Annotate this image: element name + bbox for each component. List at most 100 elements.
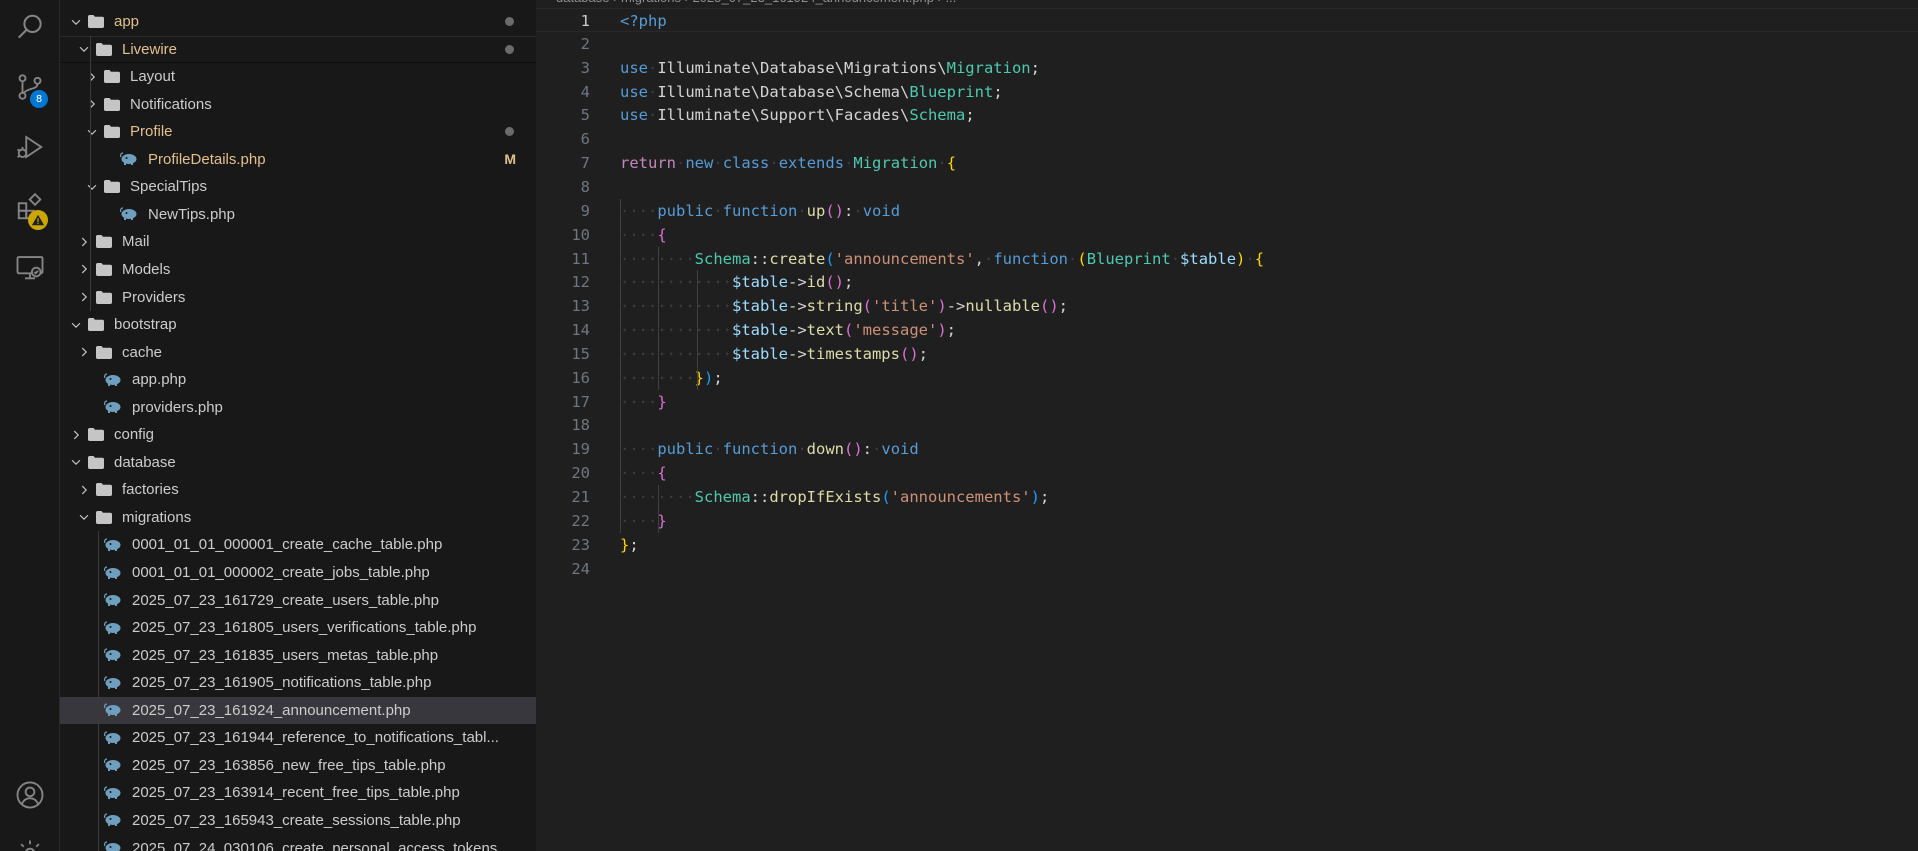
tree-folder[interactable]: Providers — [60, 284, 536, 311]
code-line[interactable]: 21 ········Schema::dropIfExists('announce… — [536, 485, 1918, 509]
tree-file[interactable]: 2025_07_23_161944_reference_to_notificat… — [60, 724, 536, 751]
code-token: Illuminate\Database\Migrations\ — [657, 58, 947, 77]
chevron-right-icon[interactable] — [84, 96, 100, 112]
remote-explorer-icon[interactable] — [0, 242, 60, 292]
code-line[interactable]: 2 — [536, 32, 1918, 56]
tree-folder[interactable]: factories — [60, 476, 536, 503]
code-token: :: — [750, 249, 770, 268]
tree-file[interactable]: 2025_07_24_030106_create_personal_access… — [60, 835, 536, 851]
code-text: ············$table->string('title')->nul… — [620, 294, 1068, 318]
breadcrumb[interactable]: database › migrations › 2025_07_23_16192… — [536, 0, 1918, 8]
code-token: ) — [704, 368, 714, 387]
code-line[interactable]: 5 use·Illuminate\Support\Facades\Schema; — [536, 103, 1918, 127]
tree-file[interactable]: 2025_07_23_161729_create_users_table.php — [60, 587, 536, 614]
indent-guide — [90, 35, 91, 312]
chevron-down-icon[interactable] — [84, 179, 100, 195]
tree-folder[interactable]: Layout — [60, 63, 536, 90]
tree-folder[interactable]: Profile — [60, 118, 536, 145]
tree-file[interactable]: 2025_07_23_161924_announcement.php — [60, 696, 536, 724]
chevron-right-icon[interactable] — [76, 344, 92, 360]
code-line[interactable]: 24 — [536, 557, 1918, 581]
code-line[interactable]: 6 — [536, 127, 1918, 151]
tree-folder[interactable]: Notifications — [60, 91, 536, 118]
code-line[interactable]: 12 ············$table->id(); — [536, 270, 1918, 294]
code-line[interactable]: 11 ········Schema::create('announcements'… — [536, 247, 1918, 271]
code-line[interactable]: 22 ····} — [536, 509, 1918, 533]
code-line[interactable]: 10 ····{ — [536, 223, 1918, 247]
code-token: create — [769, 249, 826, 268]
chevron-right-icon[interactable] — [68, 427, 84, 443]
line-number: 10 — [571, 225, 590, 244]
settings-gear-icon[interactable] — [0, 828, 60, 851]
tree-folder[interactable]: app — [60, 8, 536, 35]
code-token: function — [722, 440, 798, 459]
code-line[interactable]: 19 ····public·function·down():·void — [536, 437, 1918, 461]
tree-folder[interactable]: Livewire — [60, 35, 536, 63]
tree-folder[interactable]: migrations — [60, 504, 536, 531]
code-line[interactable]: 18 — [536, 413, 1918, 437]
chevron-down-icon[interactable] — [76, 509, 92, 525]
code-token: ; — [965, 106, 975, 125]
tree-folder[interactable]: config — [60, 421, 536, 448]
code-line[interactable]: 7 return·new·class·extends·Migration·{ — [536, 151, 1918, 175]
tree-file[interactable]: 0001_01_01_000001_create_cache_table.php — [60, 531, 536, 558]
code-token: ; — [844, 273, 854, 292]
tree-file[interactable]: 2025_07_23_165943_create_sessions_table.… — [60, 807, 536, 834]
php-file-icon — [104, 731, 122, 745]
chevron-right-icon[interactable] — [76, 482, 92, 498]
tree-file[interactable]: 2025_07_23_163914_recent_free_tips_table… — [60, 779, 536, 806]
extensions-icon[interactable] — [0, 182, 60, 232]
tree-file[interactable]: 2025_07_23_161835_users_metas_table.php — [60, 642, 536, 669]
code-line[interactable]: 15 ············$table->timestamps(); — [536, 342, 1918, 366]
code-line[interactable]: 1 <?php — [536, 8, 1918, 32]
tree-folder[interactable]: SpecialTips — [60, 173, 536, 200]
folder-icon — [104, 125, 120, 139]
php-file-icon — [120, 152, 138, 166]
folder-icon — [88, 455, 104, 469]
tree-file[interactable]: providers.php — [60, 394, 536, 421]
tree-item-label: Models — [122, 260, 171, 278]
chevron-down-icon[interactable] — [68, 454, 84, 470]
tree-item-label: Notifications — [130, 95, 212, 113]
chevron-down-icon[interactable] — [84, 124, 100, 140]
code-line[interactable]: 23}; — [536, 533, 1918, 557]
php-file-icon — [104, 758, 122, 772]
chevron-right-icon[interactable] — [84, 69, 100, 85]
code-token: · — [844, 154, 854, 173]
code-line[interactable]: 16 ········}); — [536, 366, 1918, 390]
tree-file[interactable]: 2025_07_23_161905_notifications_table.ph… — [60, 669, 536, 696]
code-token: Schema — [909, 106, 966, 125]
code-line[interactable]: 20 ····{ — [536, 461, 1918, 485]
tree-file[interactable]: NewTips.php — [60, 201, 536, 228]
tree-file[interactable]: 2025_07_23_163856_new_free_tips_table.ph… — [60, 752, 536, 779]
code-line[interactable]: 14 ············$table->text('message'); — [536, 318, 1918, 342]
tree-folder[interactable]: database — [60, 449, 536, 476]
tree-file[interactable]: app.php — [60, 366, 536, 393]
chevron-down-icon[interactable] — [68, 317, 84, 333]
code-line[interactable]: 17 ····} — [536, 390, 1918, 414]
tree-item-label: cache — [122, 343, 163, 361]
tree-file[interactable]: 0001_01_01_000002_create_jobs_table.php — [60, 559, 536, 586]
source-control-icon[interactable]: 8 — [0, 62, 60, 112]
code-line[interactable]: 8 — [536, 175, 1918, 199]
code-editor[interactable]: database › migrations › 2025_07_23_16192… — [536, 0, 1918, 851]
tree-file[interactable]: ProfileDetails.php M — [60, 146, 536, 173]
code-token: () — [899, 344, 919, 363]
chevron-down-icon[interactable] — [68, 14, 84, 30]
code-line[interactable]: 3 use·Illuminate\Database\Migrations\Migr… — [536, 56, 1918, 80]
folder-icon — [88, 15, 104, 28]
tree-folder[interactable]: Mail — [60, 228, 536, 255]
tree-folder[interactable]: Models — [60, 256, 536, 283]
modified-dot — [505, 44, 514, 54]
code-line[interactable]: 4 use·Illuminate\Database\Schema\Blueprin… — [536, 80, 1918, 104]
code-token: : — [844, 201, 854, 220]
run-debug-icon[interactable] — [0, 122, 60, 172]
tree-folder[interactable]: cache — [60, 339, 536, 366]
search-icon[interactable] — [0, 2, 60, 52]
tree-file[interactable]: 2025_07_23_161805_users_verifications_ta… — [60, 614, 536, 641]
tree-folder[interactable]: bootstrap — [60, 311, 536, 338]
code-line[interactable]: 9 ····public·function·up():·void — [536, 199, 1918, 223]
php-file-icon — [104, 565, 122, 580]
code-line[interactable]: 13 ············$table->string('title')->n… — [536, 294, 1918, 318]
account-icon[interactable] — [0, 770, 60, 820]
